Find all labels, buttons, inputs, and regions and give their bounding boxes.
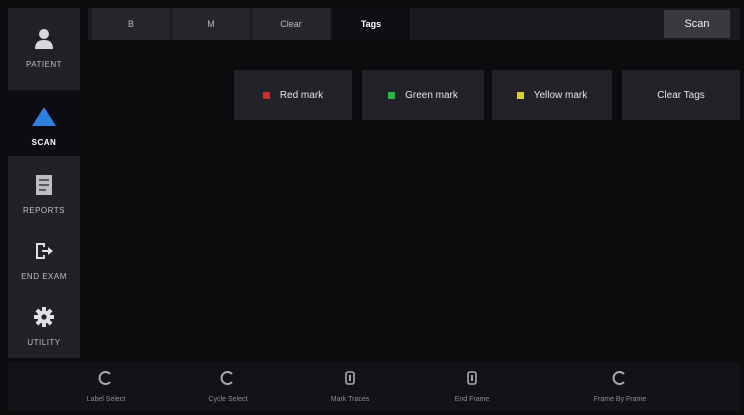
red-mark-button[interactable]: Red mark xyxy=(234,70,352,120)
push-knob-icon xyxy=(465,366,479,390)
sidebar-item-label: UTILITY xyxy=(27,338,61,347)
control-label: Frame By Frame xyxy=(593,396,647,403)
bottom-control-bar: Label Select Cycle Select Mark Traces En… xyxy=(8,362,740,411)
red-swatch-icon xyxy=(262,91,270,99)
yellow-swatch-icon xyxy=(516,91,524,99)
scan-button[interactable]: Scan xyxy=(664,10,730,38)
sidebar-item-label: END EXAM xyxy=(21,272,67,281)
sidebar-item-utility[interactable]: UTILITY xyxy=(8,290,80,356)
rotary-knob-icon xyxy=(98,366,114,390)
gear-icon xyxy=(34,304,54,330)
sidebar-item-label: REPORTS xyxy=(22,206,66,215)
green-mark-button[interactable]: Green mark xyxy=(362,70,484,120)
control-label: Label Select xyxy=(86,396,126,403)
control-label: End Frame xyxy=(454,396,490,403)
green-swatch-icon xyxy=(388,91,396,99)
left-sidebar: PATIENT SCAN REPORTS END EXAM UTILITY xyxy=(8,8,80,358)
report-icon xyxy=(35,172,53,198)
rotary-knob-icon xyxy=(612,366,628,390)
tags-panel: Red mark Green mark Yellow mark Clear Ta… xyxy=(88,44,740,358)
tab-b[interactable]: B xyxy=(92,8,170,40)
exit-icon xyxy=(34,238,54,264)
frame-by-frame-control[interactable]: Frame By Frame xyxy=(560,366,680,411)
button-label: Red mark xyxy=(279,89,324,101)
control-label: Cycle Select xyxy=(208,396,248,403)
rotary-knob-icon xyxy=(220,366,236,390)
control-label: Mark Traces xyxy=(330,396,370,403)
tab-clear[interactable]: Clear xyxy=(252,8,330,40)
push-knob-icon xyxy=(343,366,357,390)
cycle-select-control[interactable]: Cycle Select xyxy=(168,366,288,411)
scan-probe-icon xyxy=(31,104,57,130)
button-label: Yellow mark xyxy=(533,89,588,101)
sidebar-item-reports[interactable]: REPORTS xyxy=(8,158,80,224)
sidebar-item-patient[interactable]: PATIENT xyxy=(8,12,80,78)
button-label: Green mark xyxy=(405,89,458,101)
button-label: Clear Tags xyxy=(657,89,705,101)
tab-m[interactable]: M xyxy=(172,8,250,40)
sidebar-item-label: SCAN xyxy=(31,138,57,147)
sidebar-item-label: PATIENT xyxy=(25,60,63,69)
user-icon xyxy=(34,26,54,52)
sidebar-item-end-exam[interactable]: END EXAM xyxy=(8,224,80,290)
mode-tab-bar: B M Clear Tags Scan xyxy=(88,8,740,40)
sidebar-item-scan[interactable]: SCAN xyxy=(8,90,80,156)
tab-tags[interactable]: Tags xyxy=(332,8,410,40)
end-frame-control[interactable]: End Frame xyxy=(412,366,532,411)
mark-traces-control[interactable]: Mark Traces xyxy=(290,366,410,411)
clear-tags-button[interactable]: Clear Tags xyxy=(622,70,740,120)
yellow-mark-button[interactable]: Yellow mark xyxy=(492,70,612,120)
label-select-control[interactable]: Label Select xyxy=(46,366,166,411)
